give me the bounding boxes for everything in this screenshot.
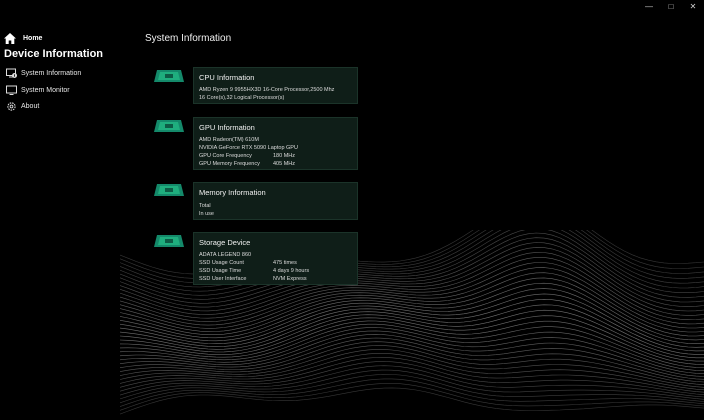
wave-line: [120, 337, 704, 380]
sidebar-item-about[interactable]: About: [6, 100, 39, 112]
sidebar-item-label: About: [21, 102, 40, 110]
cpu-cores: 16 Core(s),32 Logical Processor(s): [199, 95, 285, 101]
wave-line: [120, 345, 704, 385]
wave-line: [120, 315, 704, 362]
wave-line: [120, 353, 704, 391]
wave-line: [120, 323, 704, 368]
memory-chip-icon: [154, 184, 184, 196]
sidebar-item-system-monitor[interactable]: System Monitor: [6, 84, 70, 96]
home-icon: [4, 32, 16, 44]
wave-line: [120, 277, 704, 337]
gpu-core-frequency-label: GPU Core Frequency: [199, 153, 252, 159]
memory-card-title: Memory Information: [199, 188, 266, 197]
gpu-memory-frequency-label: GPU Memory Frequency: [199, 161, 260, 167]
sidebar-item-label: System Information: [21, 69, 82, 77]
system-info-icon: [6, 68, 17, 78]
storage-chip-icon: [154, 235, 184, 247]
storage-card: Storage Device ADATA LEGEND 860 SSD Usag…: [193, 232, 358, 285]
ssd-usage-time-value: 4 days 9 hours: [273, 268, 310, 274]
cpu-chip-icon: [154, 70, 184, 82]
wave-line: [120, 341, 704, 383]
memory-in-use-label: In use: [199, 211, 214, 217]
wave-line: [120, 298, 704, 352]
ssd-interface-value: NVM Express: [273, 276, 307, 282]
cpu-card-title: CPU Information: [199, 73, 255, 82]
wave-line: [120, 320, 704, 365]
maximize-button[interactable]: □: [660, 0, 682, 14]
wave-line: [120, 309, 704, 359]
wave-line: [120, 282, 704, 341]
window-controls: — □ ✕: [638, 0, 704, 14]
ssd-usage-count-label: SSD Usage Count: [199, 260, 244, 266]
ssd-interface-label: SSD User Interface: [199, 276, 247, 282]
gear-icon: [7, 101, 16, 111]
wave-line: [120, 365, 704, 398]
wave-line: [120, 383, 704, 411]
wave-line: [120, 327, 704, 371]
wave-line: [120, 369, 704, 400]
storage-card-title: Storage Device: [199, 238, 251, 247]
gpu-2-name: NVIDIA GeForce RTX 5090 Laptop GPU: [199, 145, 298, 151]
nav-home-label: Home: [23, 34, 43, 42]
wave-line: [120, 349, 704, 388]
gpu-core-frequency-value: 180 MHz: [273, 153, 296, 159]
memory-total-label: Total: [199, 203, 211, 209]
sidebar-item-label: System Monitor: [21, 86, 70, 94]
gpu-1-name: AMD Radeon(TM) 610M: [199, 137, 259, 143]
wave-line: [120, 378, 704, 407]
wave-line: [120, 357, 704, 393]
gpu-card: GPU Information AMD Radeon(TM) 610M NVID…: [193, 117, 358, 170]
nav-home[interactable]: Home: [4, 32, 42, 44]
cpu-card: CPU Information AMD Ryzen 9 9955HX3D 16-…: [193, 67, 358, 104]
wave-line: [120, 361, 704, 395]
memory-card: Memory Information Total In use: [193, 182, 358, 220]
gpu-chip-icon: [154, 120, 184, 132]
sidebar-item-system-information[interactable]: System Information: [6, 67, 81, 79]
monitor-icon: [6, 85, 17, 95]
ssd-usage-time-label: SSD Usage Time: [199, 268, 242, 274]
wave-line: [120, 374, 704, 404]
wave-line: [120, 293, 704, 348]
cpu-model: AMD Ryzen 9 9955HX3D 16-Core Processor,2…: [199, 87, 335, 93]
minimize-button[interactable]: —: [638, 0, 660, 14]
wave-line: [120, 387, 704, 415]
gpu-memory-frequency-value: 405 MHz: [273, 161, 296, 167]
storage-device-name: ADATA LEGEND 860: [199, 252, 252, 258]
section-title: Device Information: [4, 48, 104, 60]
page-title: System Information: [145, 33, 232, 44]
wave-line: [120, 334, 704, 377]
gpu-card-title: GPU Information: [199, 123, 255, 132]
wave-line: [120, 330, 704, 374]
ssd-usage-count-value: 475 times: [273, 260, 297, 266]
wave-line: [120, 304, 704, 355]
wave-line: [120, 288, 704, 345]
close-button[interactable]: ✕: [682, 0, 704, 14]
